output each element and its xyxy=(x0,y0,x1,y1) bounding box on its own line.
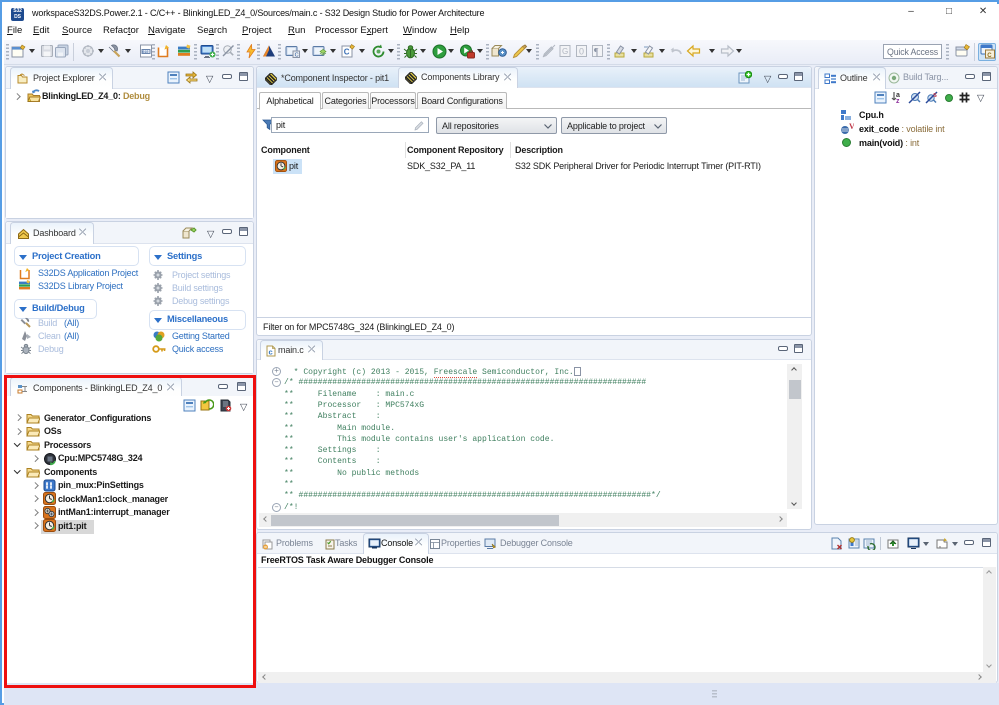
svg-text:¶: ¶ xyxy=(594,47,599,58)
svg-text:C: C xyxy=(295,52,299,58)
svg-text:c: c xyxy=(269,348,273,357)
svg-text:G: G xyxy=(562,47,568,56)
svg-text:0: 0 xyxy=(579,47,584,57)
svg-text:C: C xyxy=(344,48,350,57)
svg-text:V: V xyxy=(849,123,854,131)
svg-text:010: 010 xyxy=(142,51,148,55)
svg-text:s: s xyxy=(933,92,937,99)
